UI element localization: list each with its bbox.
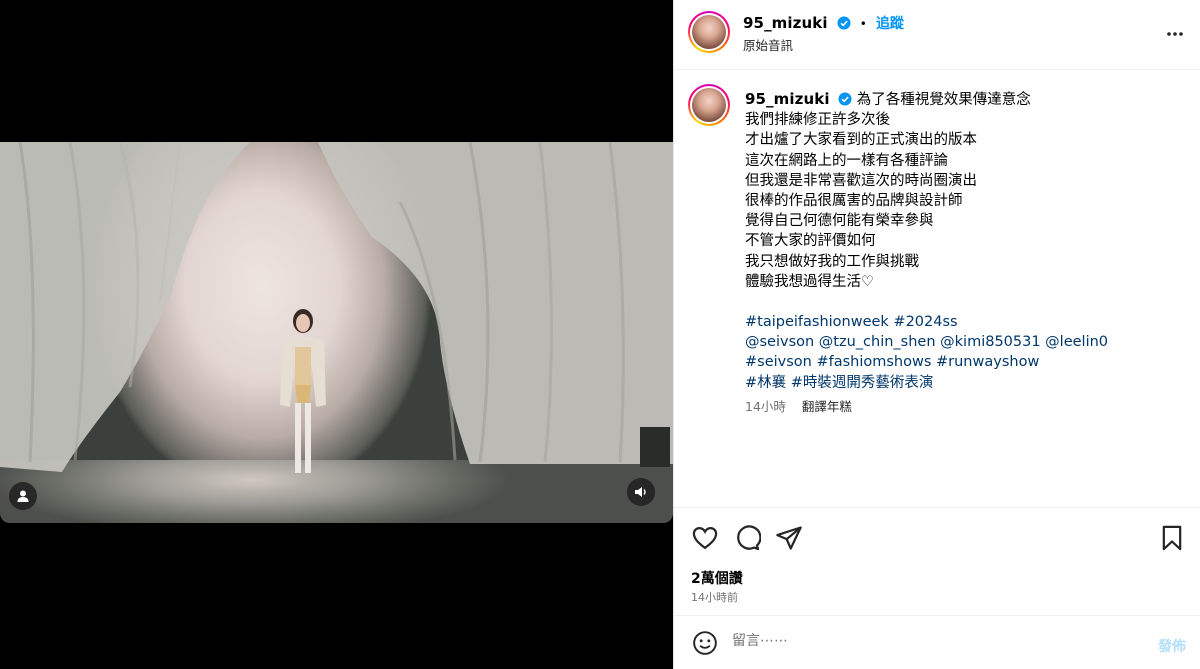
emoji-icon[interactable] xyxy=(692,630,718,656)
post-actions: 2萬個讚 14小時前 xyxy=(674,507,1200,604)
like-heart-icon[interactable] xyxy=(691,524,719,552)
mentions-line[interactable]: @seivson @tzu_chin_shen @kimi850531 @lee… xyxy=(745,332,1175,352)
follow-button[interactable]: 追蹤 xyxy=(876,16,904,32)
caption-line: 我只想做好我的工作與挑戰 xyxy=(745,253,919,270)
header-separator: • xyxy=(859,17,867,31)
caption-username[interactable]: 95_mizuki xyxy=(745,90,830,108)
comment-bar: 發佈 xyxy=(674,615,1200,669)
post-timestamp[interactable]: 14小時前 xyxy=(691,589,738,605)
more-options-icon[interactable] xyxy=(1165,24,1185,44)
translate-link[interactable]: 翻譯年糕 xyxy=(802,399,852,414)
mute-toggle-button[interactable] xyxy=(627,478,655,506)
model-figure xyxy=(280,309,326,473)
hashtag-line[interactable]: #林襄 #時裝週開秀藝術表演 xyxy=(745,373,1175,393)
caption-line: 這次在網路上的一樣有各種評論 xyxy=(745,152,948,169)
caption-line: 不管大家的評價如何 xyxy=(745,233,876,250)
audio-label[interactable]: 原始音訊 xyxy=(743,35,793,54)
caption-line: 但我還是非常喜歡這次的時尚圈演出 xyxy=(745,172,977,189)
share-icon[interactable] xyxy=(775,524,803,552)
hashtag-line[interactable]: #seivson #fashiomshows #runwayshow xyxy=(745,352,1175,372)
user-tag-icon xyxy=(17,490,29,502)
verified-badge-icon xyxy=(837,16,851,30)
caption-text: 95_mizuki 為了各種視覺效果傳達意念 我們排練修正許多次後 才出爐了大家… xyxy=(745,89,1175,393)
save-bookmark-icon[interactable] xyxy=(1158,524,1186,552)
caption-line: 才出爐了大家看到的正式演出的版本 xyxy=(745,132,977,149)
caption-meta: 14小時 翻譯年糕 xyxy=(745,396,864,415)
volume-icon xyxy=(635,487,646,497)
caption-line: 體驗我想過得生活♡ xyxy=(745,273,874,290)
media-viewer xyxy=(0,0,673,669)
caption-line: 為了各種視覺效果傳達意念 xyxy=(856,92,1031,108)
left-curtain xyxy=(0,142,673,472)
comment-icon[interactable] xyxy=(733,524,761,552)
caption-author-avatar[interactable] xyxy=(688,84,730,126)
hashtag-line[interactable]: #taipeifashionweek #2024ss xyxy=(745,312,1175,332)
caption-line: 覺得自己何德何能有榮幸參與 xyxy=(745,213,934,230)
comment-input[interactable] xyxy=(732,633,1112,649)
author-avatar[interactable] xyxy=(688,11,730,53)
likes-count[interactable]: 2萬個讚 xyxy=(691,568,743,588)
tagged-users-button[interactable] xyxy=(9,482,37,510)
post-header: 95_mizuki • 追蹤 原始音訊 xyxy=(674,0,1200,70)
caption-time[interactable]: 14小時 xyxy=(745,399,786,414)
caption-line: 我們排練修正許多次後 xyxy=(745,112,890,129)
author-username[interactable]: 95_mizuki xyxy=(743,14,828,32)
video-player[interactable] xyxy=(0,142,673,523)
post-details-panel: 95_mizuki • 追蹤 原始音訊 95_mizuki 為了各種視覺效果傳達… xyxy=(673,0,1200,669)
verified-badge-icon xyxy=(838,92,852,106)
caption-line: 很棒的作品很厲害的品牌與設計師 xyxy=(745,193,963,210)
post-comment-button[interactable]: 發佈 xyxy=(1158,636,1186,656)
